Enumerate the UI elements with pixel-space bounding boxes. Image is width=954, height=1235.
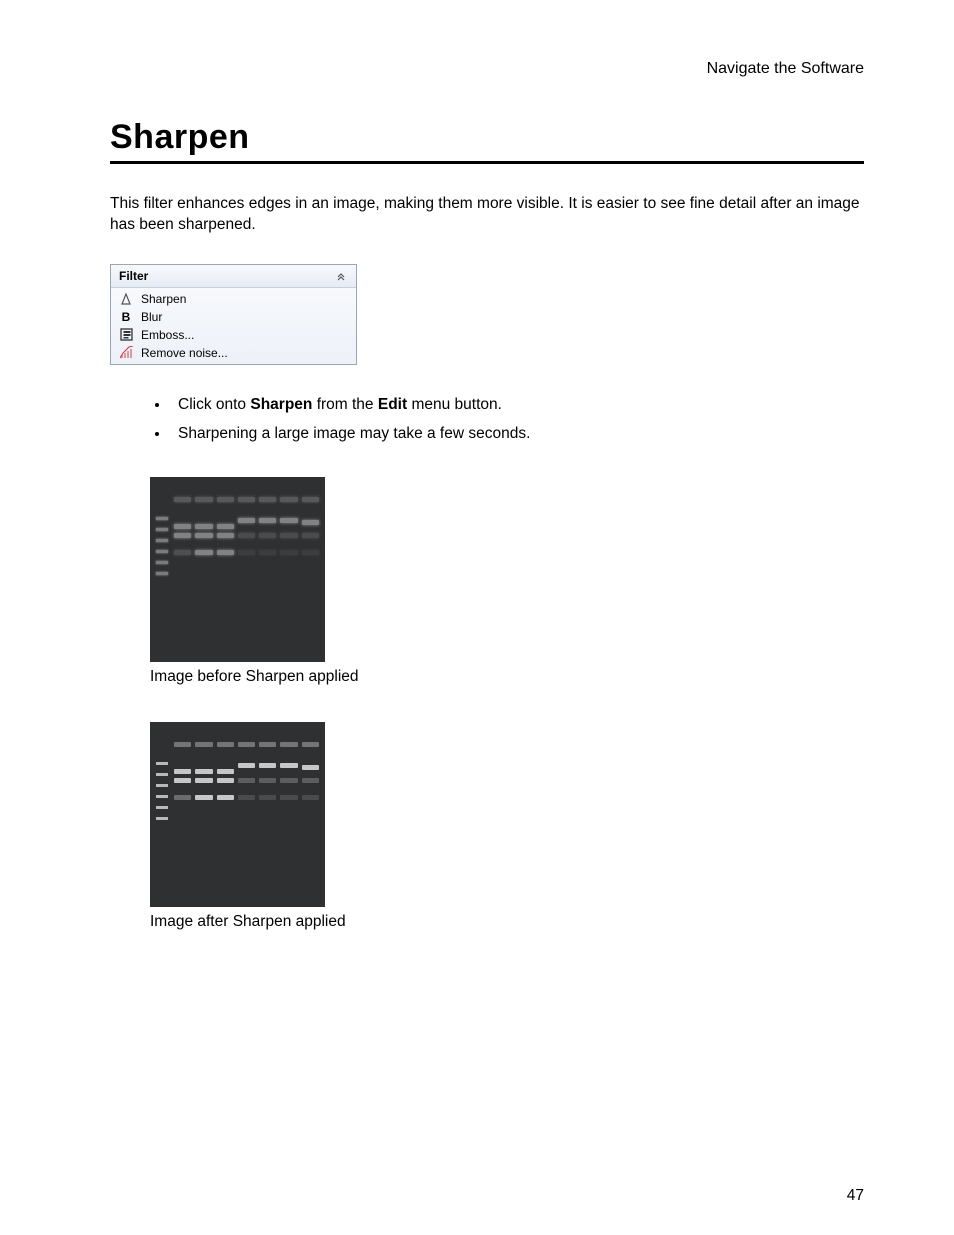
text-fragment: menu button. — [407, 396, 502, 413]
figure-before: Image before Sharpen applied — [150, 477, 864, 686]
page-number: 47 — [847, 1187, 864, 1205]
instruction-item: Click onto Sharpen from the Edit menu bu… — [170, 390, 864, 419]
sharpen-icon — [119, 292, 133, 306]
filter-item-remove-noise[interactable]: Remove noise... — [111, 344, 356, 362]
filter-panel-body: Sharpen B Blur Emboss... Remove noise... — [111, 288, 356, 364]
filter-panel: Filter Sharpen B Blur Emboss... — [110, 264, 357, 365]
text-fragment: Click onto — [178, 396, 250, 413]
filter-panel-header[interactable]: Filter — [111, 265, 356, 288]
filter-item-label: Sharpen — [141, 292, 186, 306]
figure-after: Image after Sharpen applied — [150, 722, 864, 931]
emboss-icon — [119, 328, 133, 342]
breadcrumb: Navigate the Software — [110, 60, 864, 78]
text-bold: Sharpen — [250, 396, 312, 413]
collapse-icon[interactable] — [334, 269, 348, 283]
gel-image-before — [150, 477, 325, 662]
instruction-item: Sharpening a large image may take a few … — [170, 419, 864, 448]
figure-caption-before: Image before Sharpen applied — [150, 668, 864, 686]
filter-item-label: Blur — [141, 310, 162, 324]
text-bold: Edit — [378, 396, 407, 413]
filter-item-label: Remove noise... — [141, 346, 228, 360]
intro-paragraph: This filter enhances edges in an image, … — [110, 194, 864, 236]
filter-item-blur[interactable]: B Blur — [111, 308, 356, 326]
page-title: Sharpen — [110, 118, 864, 157]
title-rule — [110, 161, 864, 164]
figure-caption-after: Image after Sharpen applied — [150, 913, 864, 931]
filter-item-label: Emboss... — [141, 328, 194, 342]
blur-icon: B — [119, 310, 133, 324]
text-fragment: from the — [312, 396, 377, 413]
instruction-list: Click onto Sharpen from the Edit menu bu… — [150, 390, 864, 449]
filter-item-sharpen[interactable]: Sharpen — [111, 290, 356, 308]
gel-image-after — [150, 722, 325, 907]
document-page: Navigate the Software Sharpen This filte… — [0, 0, 954, 1235]
noise-icon — [119, 346, 133, 360]
filter-panel-title: Filter — [119, 269, 148, 283]
filter-item-emboss[interactable]: Emboss... — [111, 326, 356, 344]
